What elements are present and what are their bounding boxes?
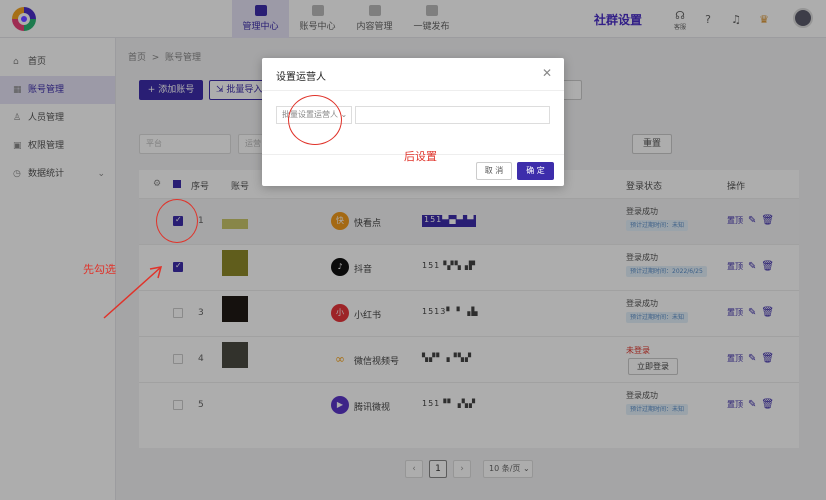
cancel-button[interactable]: 取 消 xyxy=(476,162,512,180)
arrow-line xyxy=(103,267,161,319)
annotation-after-text: 后设置 xyxy=(404,150,437,163)
operator-input[interactable] xyxy=(355,106,550,124)
annotation-arrow xyxy=(103,266,163,319)
divider xyxy=(262,90,564,91)
annotation-circle-checkbox xyxy=(156,199,198,243)
close-icon[interactable]: ✕ xyxy=(542,66,552,80)
confirm-button[interactable]: 确 定 xyxy=(517,162,554,180)
annotation-circle-dialog xyxy=(288,95,342,145)
dialog-title: 设置运营人 xyxy=(276,72,326,83)
logo-inner xyxy=(21,16,27,22)
